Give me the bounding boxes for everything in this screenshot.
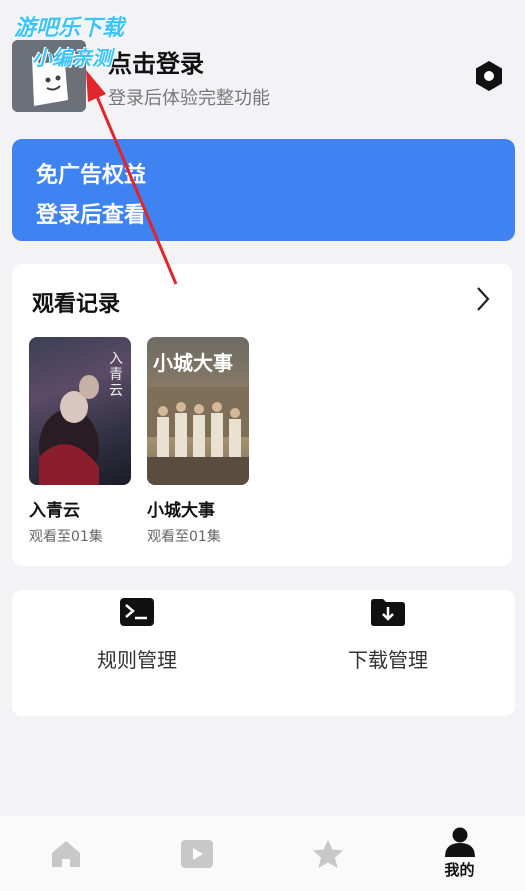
- nav-mine[interactable]: 我的: [394, 816, 525, 891]
- video-icon: [180, 839, 213, 868]
- poster-title: 入青云: [109, 351, 123, 399]
- nav-mine-label: 我的: [444, 861, 475, 879]
- poster-art: [147, 387, 249, 485]
- poster-title: 小城大事: [153, 351, 233, 375]
- watermark-line1: 游吧乐下载: [14, 16, 125, 41]
- download-management-label: 下载管理: [348, 648, 428, 672]
- nav-favorites[interactable]: [262, 816, 393, 891]
- watch-history-title: 观看记录: [32, 292, 121, 317]
- terminal-icon: [120, 598, 154, 626]
- show-progress: 观看至01集: [29, 529, 103, 545]
- download-management-button[interactable]: 下载管理: [288, 590, 488, 673]
- nav-video[interactable]: [131, 816, 262, 891]
- login-title[interactable]: 点击登录: [108, 44, 204, 79]
- show-name[interactable]: 入青云: [29, 496, 80, 521]
- settings-hexagon-icon: [476, 61, 502, 91]
- tools-card: 规则管理 下载管理: [12, 590, 515, 716]
- show-name[interactable]: 小城大事: [147, 496, 215, 521]
- home-icon: [51, 840, 80, 867]
- settings-button[interactable]: [471, 58, 507, 94]
- bottom-nav: 我的: [0, 816, 525, 891]
- ad-free-card[interactable]: 免广告权益 登录后查看: [12, 139, 515, 241]
- ad-free-title: 免广告权益: [36, 163, 147, 188]
- nav-home[interactable]: [0, 816, 131, 891]
- rule-management-label: 规则管理: [97, 648, 177, 672]
- login-subtitle: 登录后体验完整功能: [108, 88, 270, 109]
- download-folder-icon: [371, 599, 405, 626]
- user-icon: [444, 827, 475, 857]
- star-icon: [312, 839, 343, 868]
- rule-management-button[interactable]: 规则管理: [37, 590, 237, 673]
- watch-history-card: 观看记录 入青云 入青云 观看至01集 小城大事 小城大事 观看至01集: [12, 264, 512, 566]
- poster-xcds[interactable]: 小城大事: [147, 337, 249, 485]
- avatar[interactable]: [12, 40, 86, 112]
- show-progress: 观看至01集: [147, 529, 221, 545]
- ghost-avatar-icon: [12, 40, 86, 112]
- history-more-button[interactable]: [470, 284, 494, 314]
- chevron-right-icon: [477, 287, 490, 311]
- poster-rqy[interactable]: 入青云: [29, 337, 131, 485]
- ad-free-subtitle: 登录后查看: [36, 203, 147, 228]
